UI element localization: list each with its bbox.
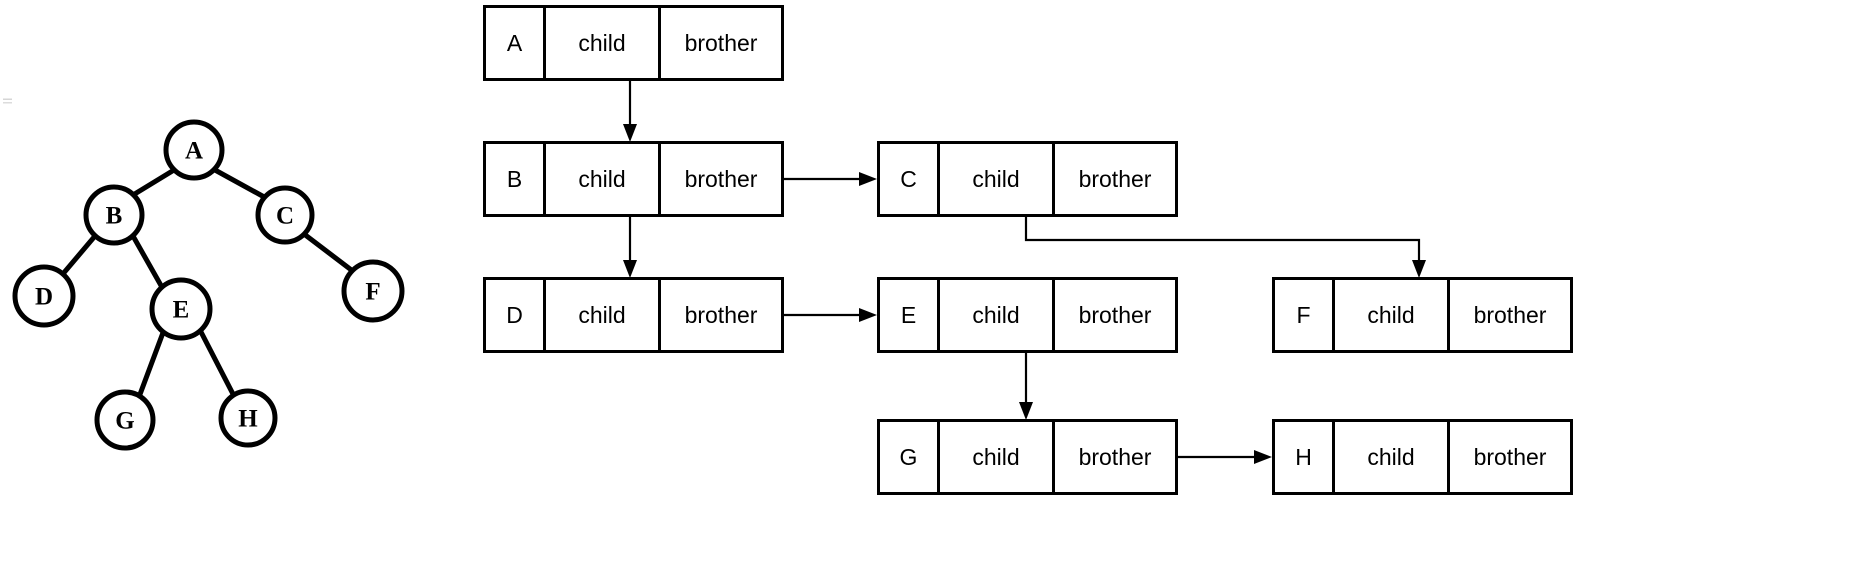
list-node-c[interactable]: C child brother (877, 141, 1178, 217)
list-node-f-brother[interactable]: brother (1450, 280, 1570, 350)
list-node-c-brother[interactable]: brother (1055, 144, 1175, 214)
list-node-a-key: A (486, 8, 546, 78)
list-node-b-key: B (486, 144, 546, 214)
list-node-b-brother[interactable]: brother (661, 144, 781, 214)
link-g-brother-to-h (1172, 450, 1272, 464)
list-node-a[interactable]: A child brother (483, 5, 784, 81)
list-node-f[interactable]: F child brother (1272, 277, 1573, 353)
list-node-h[interactable]: H child brother (1272, 419, 1573, 495)
list-node-e-child[interactable]: child (940, 280, 1055, 350)
link-c-child-to-f (1024, 217, 1426, 278)
list-node-g-brother[interactable]: brother (1055, 422, 1175, 492)
list-node-c-key: C (880, 144, 940, 214)
list-node-a-child[interactable]: child (546, 8, 661, 78)
list-node-b-child[interactable]: child (546, 144, 661, 214)
list-node-e[interactable]: E child brother (877, 277, 1178, 353)
link-a-child-to-b (623, 81, 637, 142)
list-node-g[interactable]: G child brother (877, 419, 1178, 495)
list-node-d-brother[interactable]: brother (661, 280, 781, 350)
list-node-f-child[interactable]: child (1335, 280, 1450, 350)
list-node-f-key: F (1275, 280, 1335, 350)
list-node-g-child[interactable]: child (940, 422, 1055, 492)
list-node-g-key: G (880, 422, 940, 492)
list-node-d-key: D (486, 280, 546, 350)
list-node-d-child[interactable]: child (546, 280, 661, 350)
link-d-brother-to-e (776, 308, 877, 322)
list-node-c-child[interactable]: child (940, 144, 1055, 214)
link-e-child-to-g (1019, 353, 1033, 420)
diagram-canvas: A B C D E F G H A child brother B child … (0, 0, 1860, 586)
list-node-d[interactable]: D child brother (483, 277, 784, 353)
list-node-b[interactable]: B child brother (483, 141, 784, 217)
list-node-a-brother[interactable]: brother (661, 8, 781, 78)
list-node-e-key: E (880, 280, 940, 350)
list-node-h-child[interactable]: child (1335, 422, 1450, 492)
link-b-brother-to-c (776, 172, 877, 186)
list-node-h-brother[interactable]: brother (1450, 422, 1570, 492)
list-node-h-key: H (1275, 422, 1335, 492)
link-b-child-to-d (623, 217, 637, 278)
list-node-e-brother[interactable]: brother (1055, 280, 1175, 350)
